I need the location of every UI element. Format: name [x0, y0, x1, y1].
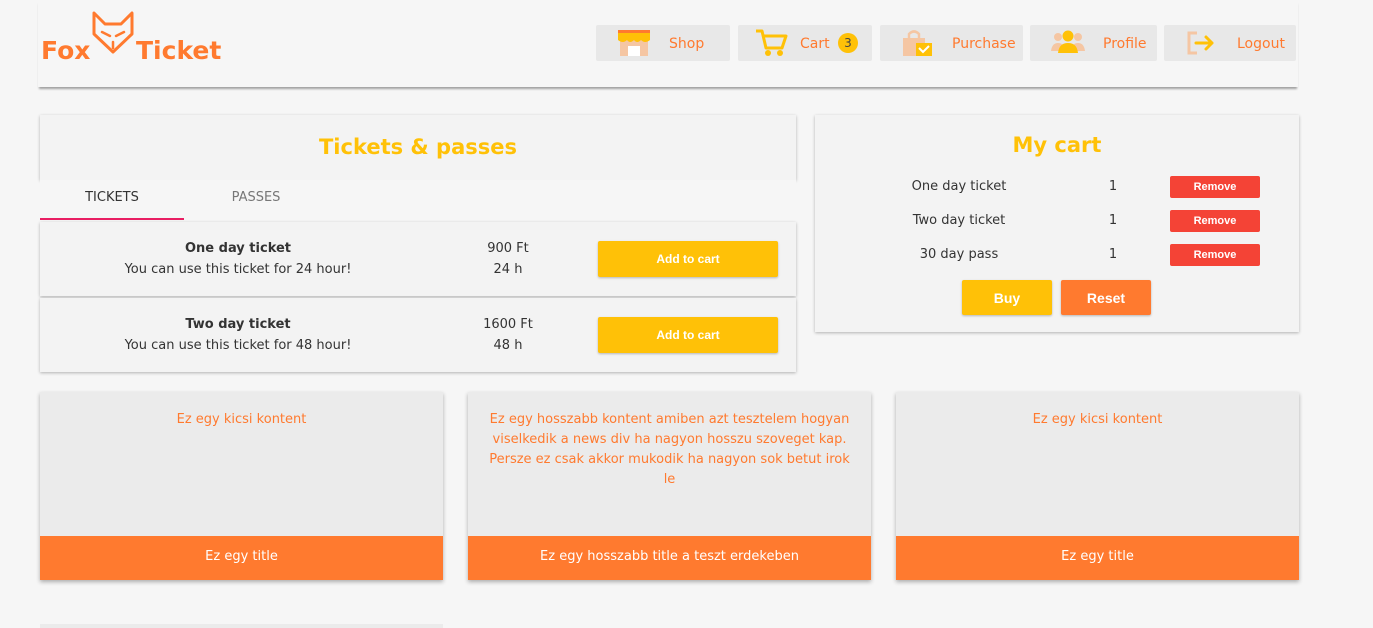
logout-icon: [1187, 31, 1214, 55]
tab-passes[interactable]: PASSES: [184, 180, 328, 220]
fox-logo-icon: [92, 11, 134, 54]
news-content: Ez egy kicsi kontent: [1032, 412, 1163, 427]
nav-profile-button[interactable]: Profile: [1030, 25, 1157, 61]
news-content: Ez egy kicsi kontent: [176, 412, 307, 427]
logo-text-fox: Fox: [41, 36, 91, 65]
news-card: Ez egy hosszabb kontent amiben azt teszt…: [468, 392, 871, 580]
nav-profile-label: Profile: [1103, 36, 1147, 52]
remove-button[interactable]: Remove: [1170, 210, 1260, 232]
reset-button[interactable]: Reset: [1061, 280, 1151, 315]
cart-item-qty: 1: [1108, 213, 1118, 228]
nav-shop-button[interactable]: Shop: [596, 25, 730, 61]
logo-text-ticket: Ticket: [136, 36, 222, 65]
news-card-partial: [40, 624, 443, 628]
tickets-tabs: TICKETS PASSES: [40, 180, 796, 220]
users-icon: [1051, 30, 1085, 53]
nav-shop-label: Shop: [669, 36, 705, 52]
cart-item-name: Two day ticket: [912, 213, 1006, 228]
ticket-description: You can use this ticket for 48 hour!: [124, 338, 352, 353]
ticket-price: 1600 Ft: [483, 317, 533, 332]
cart-item-qty: 1: [1108, 179, 1118, 194]
nav-purchase-label: Purchase: [952, 36, 1016, 52]
tickets-panel-header: Tickets & passes: [40, 115, 796, 180]
nav-cart-button[interactable]: Cart 3: [738, 25, 872, 61]
nav-cart-label: Cart: [800, 36, 830, 52]
remove-button[interactable]: Remove: [1170, 244, 1260, 266]
ticket-duration: 24 h: [493, 262, 523, 277]
purchase-icon: [903, 30, 932, 56]
buy-button[interactable]: Buy: [962, 280, 1052, 315]
ticket-row: Two day ticket You can use this ticket f…: [40, 298, 796, 372]
cart-panel: My cart One day ticket 1 Remove Two day …: [815, 115, 1299, 332]
add-to-cart-button[interactable]: Add to cart: [598, 317, 778, 353]
tickets-panel-title: Tickets & passes: [318, 135, 518, 159]
news-card: Ez egy kicsi kontent Ez egy title: [896, 392, 1299, 580]
cart-item-name: 30 day pass: [919, 247, 999, 262]
nav-logout-label: Logout: [1237, 36, 1285, 52]
news-card: Ez egy kicsi kontent Ez egy title: [40, 392, 443, 580]
ticket-name: One day ticket: [184, 241, 292, 256]
ticket-row: One day ticket You can use this ticket f…: [40, 222, 796, 296]
logo[interactable]: Fox Ticket: [38, 8, 238, 68]
add-to-cart-button[interactable]: Add to cart: [598, 241, 778, 277]
nav-logout-button[interactable]: Logout: [1164, 25, 1296, 61]
ticket-duration: 48 h: [493, 338, 523, 353]
header: Fox Ticket Shop Cart 3 Purchase Profile …: [38, 0, 1298, 87]
cart-count-badge: 3: [838, 33, 858, 53]
news-title: Ez egy title: [896, 536, 1299, 580]
news-title: Ez egy hosszabb title a teszt erdekeben: [468, 536, 871, 580]
ticket-description: You can use this ticket for 24 hour!: [124, 262, 352, 277]
tab-tickets[interactable]: TICKETS: [40, 180, 184, 220]
news-content: Ez egy hosszabb kontent amiben azt teszt…: [489, 412, 850, 487]
cart-icon: [756, 29, 788, 56]
ticket-name: Two day ticket: [185, 317, 291, 332]
cart-panel-title: My cart: [1012, 133, 1102, 157]
cart-item-qty: 1: [1108, 247, 1118, 262]
ticket-price: 900 Ft: [487, 241, 529, 256]
shop-icon: [618, 30, 650, 56]
cart-item-name: One day ticket: [911, 179, 1007, 194]
remove-button[interactable]: Remove: [1170, 176, 1260, 198]
news-title: Ez egy title: [40, 536, 443, 580]
nav-purchase-button[interactable]: Purchase: [880, 25, 1023, 61]
